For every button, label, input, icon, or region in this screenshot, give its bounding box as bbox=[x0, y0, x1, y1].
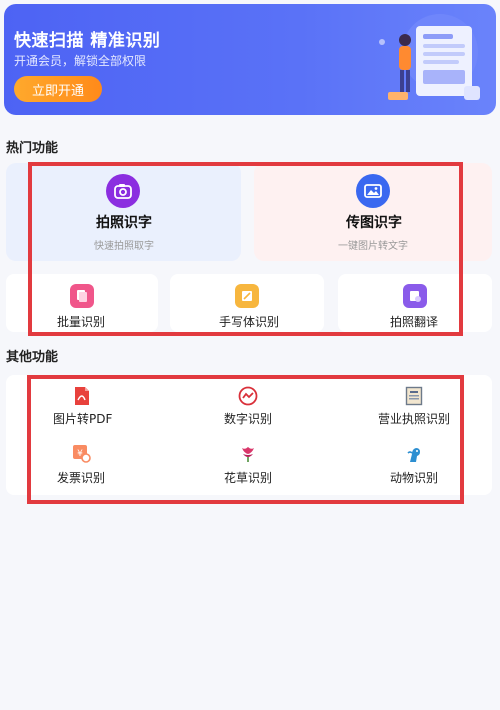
hot-functions-title: 热门功能 bbox=[6, 141, 59, 156]
other-functions-title: 其他功能 bbox=[6, 350, 59, 365]
banner-title: 快速扫描 精准识别 bbox=[14, 31, 161, 51]
highlight-box-other bbox=[27, 375, 464, 504]
banner-illustration bbox=[379, 14, 480, 100]
highlight-box-hot bbox=[28, 162, 463, 336]
open-membership-button[interactable]: 立即开通 bbox=[14, 76, 102, 102]
vip-banner[interactable]: 快速扫描 精准识别 开通会员，解锁全部权限 立即开通 bbox=[4, 4, 496, 115]
banner-subtitle: 开通会员，解锁全部权限 bbox=[14, 54, 147, 68]
